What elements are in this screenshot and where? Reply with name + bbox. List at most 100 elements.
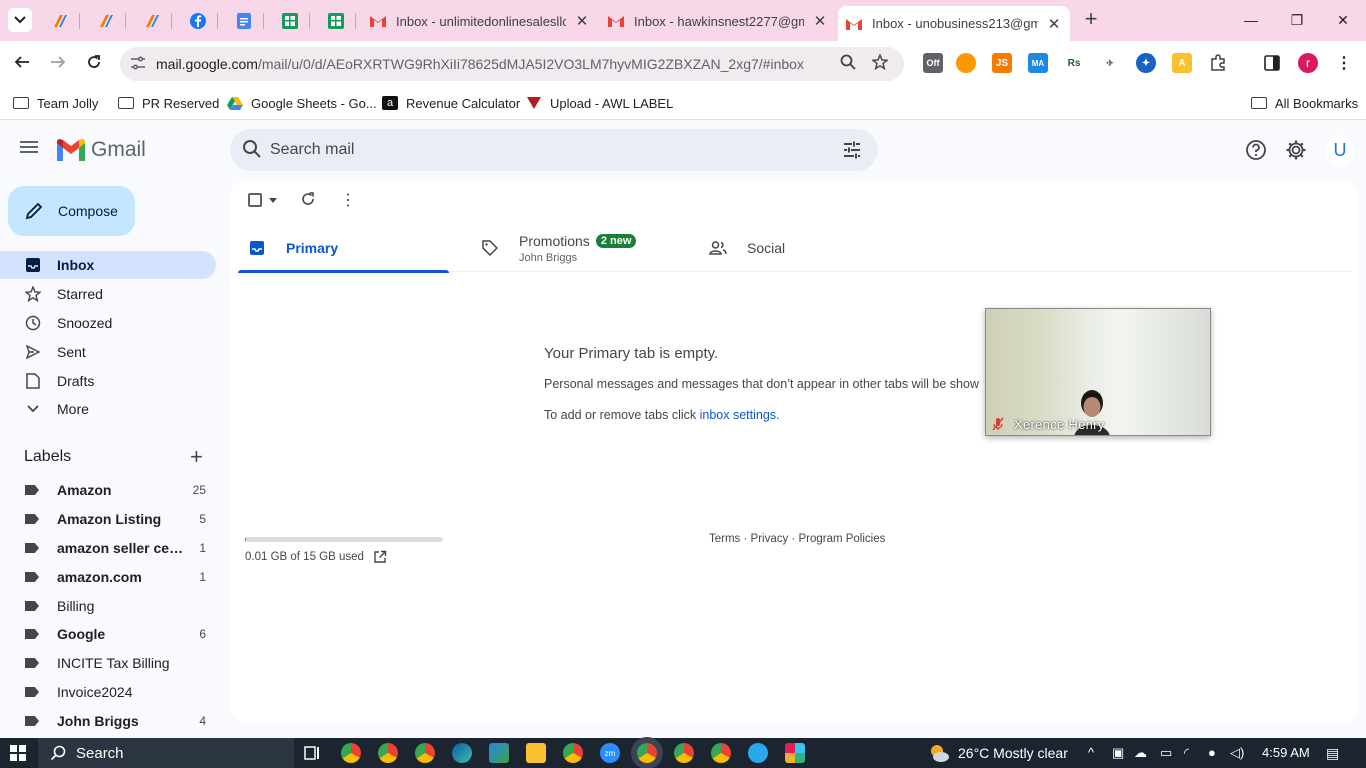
close-tab-icon[interactable]: ✕ [812, 12, 828, 30]
caret-down-icon[interactable] [269, 197, 277, 203]
chrome-icon[interactable] [378, 743, 398, 763]
nav-sent[interactable]: Sent [0, 338, 216, 366]
browser-tab[interactable]: Inbox - unlimitedonlinesalesllc@ ✕ [362, 6, 598, 36]
taskbar-search[interactable]: Search [38, 738, 294, 768]
more-options-icon[interactable]: ⋮ [340, 190, 356, 210]
search-options-icon[interactable] [842, 140, 862, 160]
browser-tab-active[interactable]: Inbox - unobusiness213@gmail ✕ [838, 6, 1070, 41]
extension-icon[interactable]: A [1172, 53, 1192, 73]
pinned-tab-1[interactable] [40, 8, 80, 34]
select-checkbox[interactable] [248, 193, 262, 207]
notification-icon[interactable]: ▤ [1326, 745, 1339, 761]
label-item[interactable]: Google 6 [0, 621, 216, 647]
bookmark-pr-reserved[interactable]: PR Reserved [118, 93, 219, 113]
windows-start-icon[interactable] [10, 745, 26, 761]
extensions-puzzle-icon[interactable] [1208, 53, 1228, 73]
back-button[interactable] [9, 51, 35, 77]
all-bookmarks[interactable]: All Bookmarks [1251, 93, 1358, 113]
chrome-icon[interactable] [341, 743, 361, 763]
address-bar[interactable]: mail.google.com/mail/u/0/d/AEoRXRTWG9RhX… [120, 47, 904, 81]
close-tab-icon[interactable]: ✕ [574, 12, 590, 30]
chrome-icon[interactable] [415, 743, 435, 763]
label-item[interactable]: Invoice2024 [0, 679, 216, 705]
extension-icon[interactable]: ✦ [1136, 53, 1156, 73]
tab-social[interactable]: Social [699, 224, 899, 272]
search-bar[interactable] [230, 129, 878, 171]
main-menu-icon[interactable] [20, 138, 44, 162]
refresh-icon[interactable] [300, 191, 316, 210]
chrome-icon-active[interactable] [637, 743, 657, 763]
chevron-up-icon[interactable]: ^ [1088, 745, 1094, 761]
storage-usage[interactable]: 0.01 GB of 15 GB used [245, 550, 387, 564]
nav-starred[interactable]: Starred [0, 280, 216, 308]
pinned-tab-docs[interactable] [224, 8, 264, 34]
label-item[interactable]: Amazon Listing 5 [0, 506, 216, 532]
bookmark-revenue-calculator[interactable]: a Revenue Calculator [382, 93, 520, 113]
onedrive-icon[interactable]: ☁ [1134, 745, 1147, 761]
label-item[interactable]: amazon seller cent... 1 [0, 535, 216, 561]
extension-icon[interactable]: ✈ [1100, 53, 1120, 73]
bookmark-star-icon[interactable] [870, 53, 890, 74]
tab-primary[interactable]: Primary [238, 224, 449, 273]
menu-dots-icon[interactable]: ⋮ [1334, 53, 1354, 73]
video-call-overlay[interactable]: Xerence Henry [985, 308, 1211, 436]
help-icon[interactable] [1245, 139, 1267, 161]
settings-gear-icon[interactable] [1285, 139, 1307, 161]
zoom-icon[interactable]: zm [600, 743, 620, 763]
reload-button[interactable] [81, 51, 107, 77]
pinned-tab-sheets-2[interactable] [316, 8, 356, 34]
restore-button[interactable]: ❐ [1282, 8, 1312, 32]
bookmark-upload-awl-label[interactable]: Upload - AWL LABEL [526, 93, 673, 113]
store-icon[interactable] [489, 743, 509, 763]
label-item[interactable]: INCITE Tax Billing [0, 650, 216, 676]
open-external-icon[interactable] [373, 550, 387, 564]
chrome-icon[interactable] [674, 743, 694, 763]
wifi-icon[interactable]: ◜ [1184, 745, 1189, 761]
gmail-logo[interactable]: Gmail [57, 138, 146, 162]
nav-inbox[interactable]: Inbox [0, 251, 216, 279]
pinned-tab-2[interactable] [86, 8, 126, 34]
volume-icon[interactable]: ◁) [1230, 745, 1244, 761]
side-panel-icon[interactable] [1262, 53, 1282, 73]
telegram-icon[interactable] [748, 743, 768, 763]
label-item[interactable]: amazon.com 1 [0, 564, 216, 590]
edge-icon[interactable] [452, 743, 472, 763]
profile-avatar[interactable]: r [1298, 53, 1318, 73]
label-item[interactable]: Billing [0, 593, 216, 619]
bookmark-team-jolly[interactable]: Team Jolly [13, 93, 98, 113]
minimize-button[interactable]: — [1236, 8, 1266, 32]
nav-snoozed[interactable]: Snoozed [0, 309, 216, 337]
extension-js-icon[interactable]: JS [992, 53, 1012, 73]
account-avatar[interactable]: U [1325, 135, 1355, 165]
select-all-control[interactable] [248, 193, 277, 207]
bookmark-google-sheets[interactable]: Google Sheets - Go... [227, 93, 377, 113]
tab-promotions[interactable]: Promotions 2 new John Briggs [471, 224, 691, 272]
file-explorer-icon[interactable] [526, 743, 546, 763]
forward-button[interactable] [45, 51, 71, 77]
add-label-icon[interactable]: + [190, 446, 203, 468]
site-info-icon[interactable] [130, 55, 146, 73]
extension-icon[interactable] [956, 53, 976, 73]
search-icon[interactable] [242, 139, 264, 162]
close-tab-icon[interactable]: ✕ [1046, 15, 1062, 33]
pinned-tab-sheets-1[interactable] [270, 8, 310, 34]
search-input[interactable] [270, 141, 810, 159]
meet-icon[interactable]: ▣ [1112, 745, 1124, 761]
slack-icon[interactable] [785, 743, 805, 763]
zoom-search-icon[interactable] [838, 54, 858, 74]
extension-rs-icon[interactable]: Rs [1064, 53, 1084, 73]
weather-widget[interactable]: 26°C Mostly clear [928, 743, 1068, 763]
close-window-button[interactable]: ✕ [1328, 8, 1358, 32]
chrome-icon[interactable] [711, 743, 731, 763]
new-tab-button[interactable]: + [1080, 8, 1102, 31]
task-view-icon[interactable] [302, 743, 322, 763]
battery-icon[interactable]: ▭ [1160, 745, 1172, 761]
footer-links[interactable]: Terms · Privacy · Program Policies [709, 533, 885, 545]
extension-off-icon[interactable]: Off [923, 53, 943, 73]
nav-more[interactable]: More [0, 395, 216, 423]
clock-time[interactable]: 4:59 AM [1262, 745, 1310, 760]
pinned-tab-facebook[interactable] [178, 8, 218, 34]
browser-tab[interactable]: Inbox - hawkinsnest2277@gma ✕ [600, 6, 836, 36]
extension-ma-icon[interactable]: MA [1028, 53, 1048, 73]
chrome-icon[interactable] [563, 743, 583, 763]
